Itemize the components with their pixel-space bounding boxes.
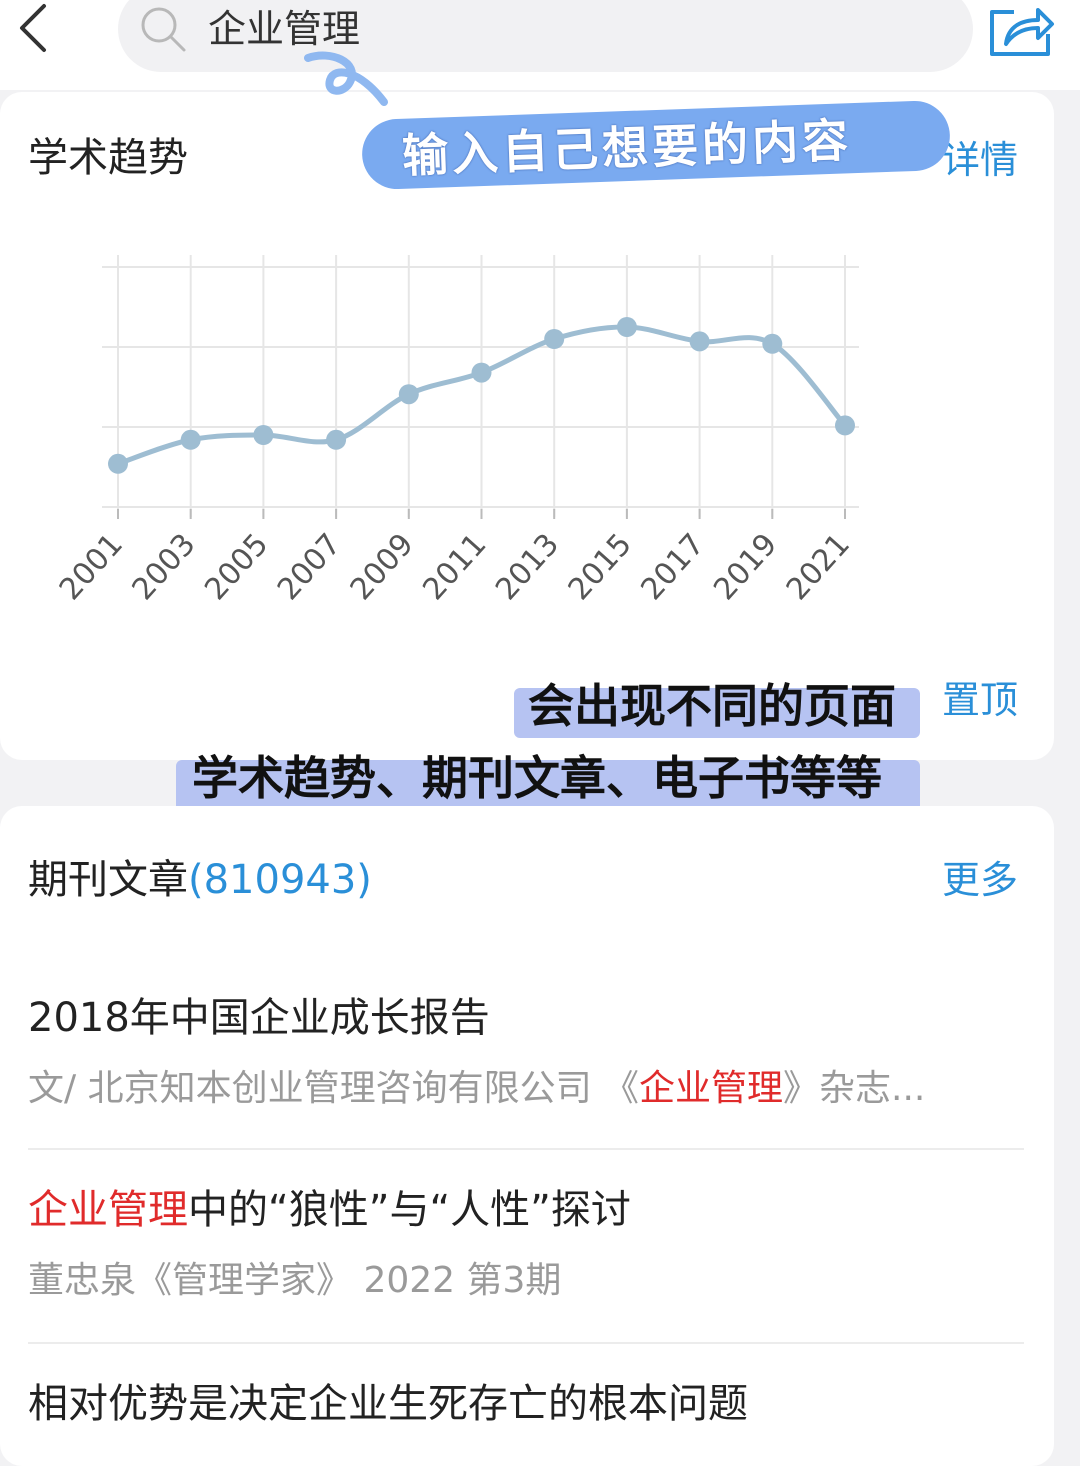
article-title: 相对优势是决定企业生死存亡的根本问题	[28, 1381, 748, 1427]
x-tick-label: 2019	[707, 527, 784, 607]
search-input[interactable]: 企业管理	[118, 0, 973, 72]
article-meta: 文/ 北京知本创业管理咨询有限公司 《企业管理》杂志...	[28, 1064, 1024, 1114]
data-point	[689, 331, 710, 352]
squiggle-arrow-icon	[304, 51, 388, 106]
article-meta-suffix: 》杂志...	[783, 1068, 926, 1109]
x-tick-label: 2005	[198, 527, 275, 607]
annotation-page-tip-2: 学术趋势、期刊文章、电子书等等	[192, 751, 882, 805]
x-tick-label: 2021	[780, 527, 857, 607]
journal-title-label: 期刊文章	[28, 857, 188, 903]
x-tick-label: 2013	[489, 527, 566, 607]
back-button[interactable]	[8, 0, 58, 60]
more-link[interactable]: 更多	[942, 852, 1018, 908]
x-tick-label: 2015	[562, 527, 639, 607]
data-point	[835, 415, 855, 436]
journal-articles-card: 期刊文章(810943) 更多 2018年中国企业成长报告 文/ 北京知本创业管…	[0, 806, 1054, 1466]
divider	[28, 1148, 1024, 1150]
article-meta-prefix: 文/ 北京知本创业管理咨询有限公司 《	[28, 1068, 640, 1109]
top-bar: 企业管理	[0, 0, 1080, 90]
data-point	[616, 317, 637, 337]
pin-top-link[interactable]: 置顶	[942, 672, 1018, 728]
data-point	[180, 429, 201, 450]
x-tick-label: 2001	[53, 527, 130, 607]
journal-count: (810943)	[188, 857, 372, 903]
academic-trend-card: 学术趋势 详情 2001 2003 2005 2007 2009 2011 2013 2015…	[0, 92, 1054, 760]
share-icon	[990, 8, 1054, 56]
divider	[28, 1342, 1024, 1344]
article-title-rest: 中的“狼性”与“人性”探讨	[188, 1187, 631, 1233]
data-point	[471, 362, 492, 383]
data-point	[544, 329, 565, 349]
x-tick-label: 2009	[344, 527, 421, 607]
x-tick-label: 2003	[126, 527, 203, 607]
x-tick-label: 2011	[416, 527, 493, 607]
share-button[interactable]	[984, 0, 1056, 58]
search-icon	[141, 7, 186, 52]
chevron-left-icon	[20, 4, 46, 52]
x-tick-label: 2007	[271, 527, 348, 607]
article-item[interactable]: 企业管理中的“狼性”与“人性”探讨 董忠泉《管理学家》 2022 第3期	[28, 1182, 1024, 1306]
article-title-keyword: 企业管理	[28, 1187, 188, 1233]
data-point	[108, 453, 128, 474]
article-item[interactable]: 相对优势是决定企业生死存亡的根本问题	[28, 1376, 1024, 1432]
annotation-page-tip-1: 会出现不同的页面	[528, 679, 896, 733]
article-title: 2018年中国企业成长报告	[28, 995, 490, 1041]
data-point	[762, 333, 783, 354]
article-title: 企业管理中的“狼性”与“人性”探讨	[28, 1182, 1024, 1238]
article-meta-keyword: 企业管理	[639, 1068, 784, 1109]
data-point	[398, 384, 419, 405]
data-point	[326, 429, 347, 450]
journal-title: 期刊文章(810943)	[28, 852, 372, 908]
data-point	[253, 425, 274, 445]
article-item[interactable]: 2018年中国企业成长报告 文/ 北京知本创业管理咨询有限公司 《企业管理》杂志…	[28, 990, 1024, 1114]
x-tick-label: 2017	[634, 527, 711, 607]
article-meta: 董忠泉《管理学家》 2022 第3期	[28, 1260, 562, 1301]
